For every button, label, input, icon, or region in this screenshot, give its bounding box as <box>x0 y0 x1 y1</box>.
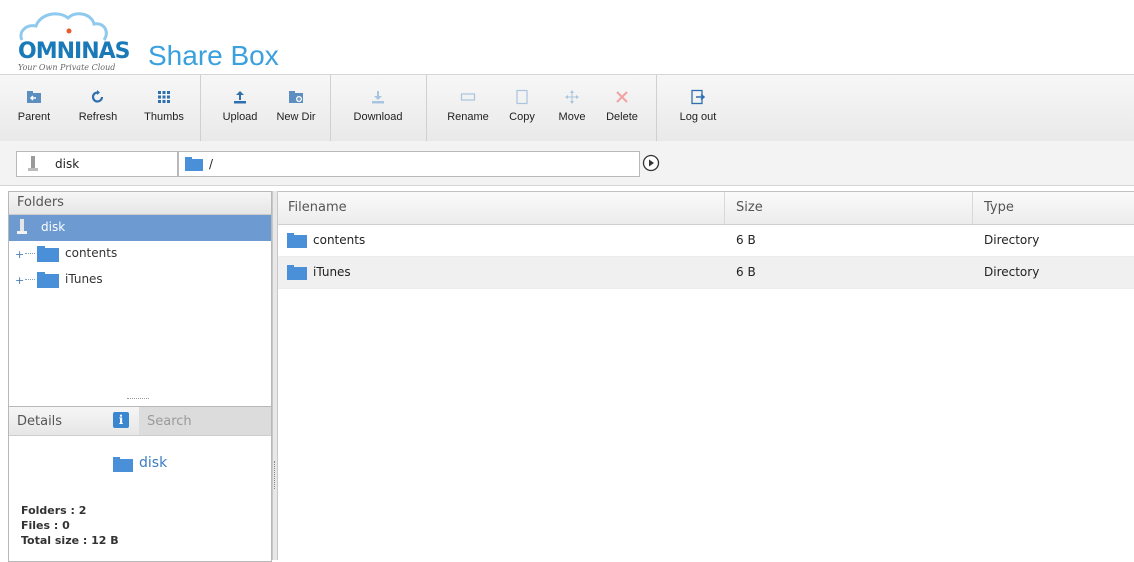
table-row[interactable]: contents 6 B Directory <box>278 225 1134 257</box>
path-field[interactable]: / <box>178 151 640 177</box>
refresh-button[interactable]: Refresh <box>72 89 124 133</box>
tree-connector <box>25 279 35 280</box>
parent-button[interactable]: Parent <box>8 89 60 133</box>
thumbnails-grid-icon <box>158 91 170 103</box>
thumbs-label: Thumbs <box>144 111 184 123</box>
cell-size: 6 B <box>736 265 756 279</box>
drive-icon <box>17 219 27 234</box>
download-icon <box>372 91 384 104</box>
product-title: Share Box <box>148 40 279 71</box>
tree-item-label: iTunes <box>65 272 103 286</box>
omninas-logo: OMNINAS Your Own Private Cloud <box>8 6 138 72</box>
copy-label: Copy <box>509 111 535 123</box>
delete-x-icon <box>616 91 628 103</box>
cell-type: Directory <box>984 265 1040 279</box>
grid-header: Filename Size Type <box>278 192 1134 225</box>
info-icon[interactable]: i <box>113 412 129 428</box>
drive-name: disk <box>55 157 80 171</box>
rename-button[interactable]: Rename <box>442 89 494 133</box>
copy-button[interactable]: Copy <box>496 89 548 133</box>
move-label: Move <box>558 111 586 123</box>
copy-icon <box>516 89 528 105</box>
parent-label: Parent <box>17 111 51 123</box>
folders-count: Folders : 2 <box>21 504 87 517</box>
table-row[interactable]: iTunes 6 B Directory <box>278 257 1134 289</box>
expand-plus-icon[interactable]: + <box>15 274 24 287</box>
left-column: Folders disk + contents + iTunes Details… <box>8 191 272 562</box>
new-dir-button[interactable]: New Dir <box>270 89 322 133</box>
move-button[interactable]: Move <box>546 89 598 133</box>
total-size: Total size : 12 B <box>21 534 119 547</box>
cell-size: 6 B <box>736 233 756 247</box>
folder-icon <box>287 265 307 280</box>
upload-icon <box>234 91 246 104</box>
logout-icon <box>691 89 706 105</box>
folder-icon <box>287 233 307 248</box>
refresh-label: Refresh <box>78 111 118 123</box>
logout-button[interactable]: Log out <box>672 89 724 133</box>
delete-button[interactable]: Delete <box>596 89 648 133</box>
toolbar-group-create: Upload New Dir <box>200 75 331 141</box>
tree-item-contents[interactable]: + contents <box>9 241 271 267</box>
refresh-icon <box>91 90 104 103</box>
logo-tagline: Your Own Private Cloud <box>18 63 116 72</box>
new-dir-label: New Dir <box>276 111 316 123</box>
path-text: / <box>209 157 214 171</box>
column-divider[interactable] <box>972 192 973 224</box>
delete-label: Delete <box>606 111 638 123</box>
drive-selector[interactable]: disk <box>16 151 178 177</box>
tab-search[interactable]: Search <box>139 407 271 435</box>
tab-search-label: Search <box>147 414 192 429</box>
cell-type: Directory <box>984 233 1040 247</box>
folder-icon <box>37 246 59 262</box>
folders-panel: Folders disk + contents + iTunes <box>8 191 272 407</box>
toolbar-group-navigation: Parent Refresh Thumbs <box>0 75 201 141</box>
cell-filename: contents <box>313 233 366 247</box>
go-arrow-icon[interactable] <box>642 154 660 172</box>
tree-item-disk[interactable]: disk <box>9 215 271 241</box>
drive-icon <box>28 156 38 171</box>
folder-icon <box>185 157 203 171</box>
download-button[interactable]: Download <box>352 89 404 133</box>
tree-item-label: contents <box>65 246 118 260</box>
upload-label: Upload <box>222 111 258 123</box>
download-label: Download <box>353 111 403 123</box>
details-panel: Details i Search disk Folders : 2 Files … <box>8 406 272 562</box>
move-arrows-icon <box>565 90 579 104</box>
toolbar-group-edit: Rename Copy Move Delete <box>426 75 657 141</box>
column-size[interactable]: Size <box>736 192 763 224</box>
splitter-grip <box>274 461 277 489</box>
column-filename[interactable]: Filename <box>288 192 347 224</box>
cell-filename: iTunes <box>313 265 351 279</box>
app-header: OMNINAS Your Own Private Cloud Share Box <box>0 0 1134 74</box>
files-count: Files : 0 <box>21 519 70 532</box>
rename-label: Rename <box>447 111 489 123</box>
toolbar: Parent Refresh Thumbs Upload New Dir Dow… <box>0 74 1134 142</box>
details-name-text: disk <box>139 455 168 471</box>
expand-plus-icon[interactable]: + <box>15 248 24 261</box>
tree-item-itunes[interactable]: + iTunes <box>9 267 271 293</box>
tree-item-label: disk <box>41 220 66 234</box>
details-tabs: Details i Search <box>9 407 271 436</box>
toolbar-group-download: Download <box>330 75 427 141</box>
column-divider[interactable] <box>724 192 725 224</box>
rename-icon <box>460 93 476 101</box>
logout-label: Log out <box>679 111 717 123</box>
parent-folder-icon <box>27 91 41 103</box>
details-stats: Folders : 2 Files : 0 Total size : 12 B <box>21 503 119 548</box>
folders-panel-title: Folders <box>9 192 271 215</box>
folder-icon <box>113 457 133 472</box>
path-bar: disk / <box>0 141 1134 186</box>
panel-resize-grip[interactable] <box>127 398 149 402</box>
logo-wordmark: OMNINAS <box>18 39 130 64</box>
file-grid: Filename Size Type contents 6 B Director… <box>278 191 1134 561</box>
upload-button[interactable]: Upload <box>214 89 266 133</box>
thumbs-button[interactable]: Thumbs <box>138 89 190 133</box>
folder-icon <box>37 272 59 288</box>
new-folder-icon <box>289 91 303 103</box>
tab-details[interactable]: Details <box>17 414 62 429</box>
tree-connector <box>25 253 35 254</box>
column-type[interactable]: Type <box>984 192 1014 224</box>
